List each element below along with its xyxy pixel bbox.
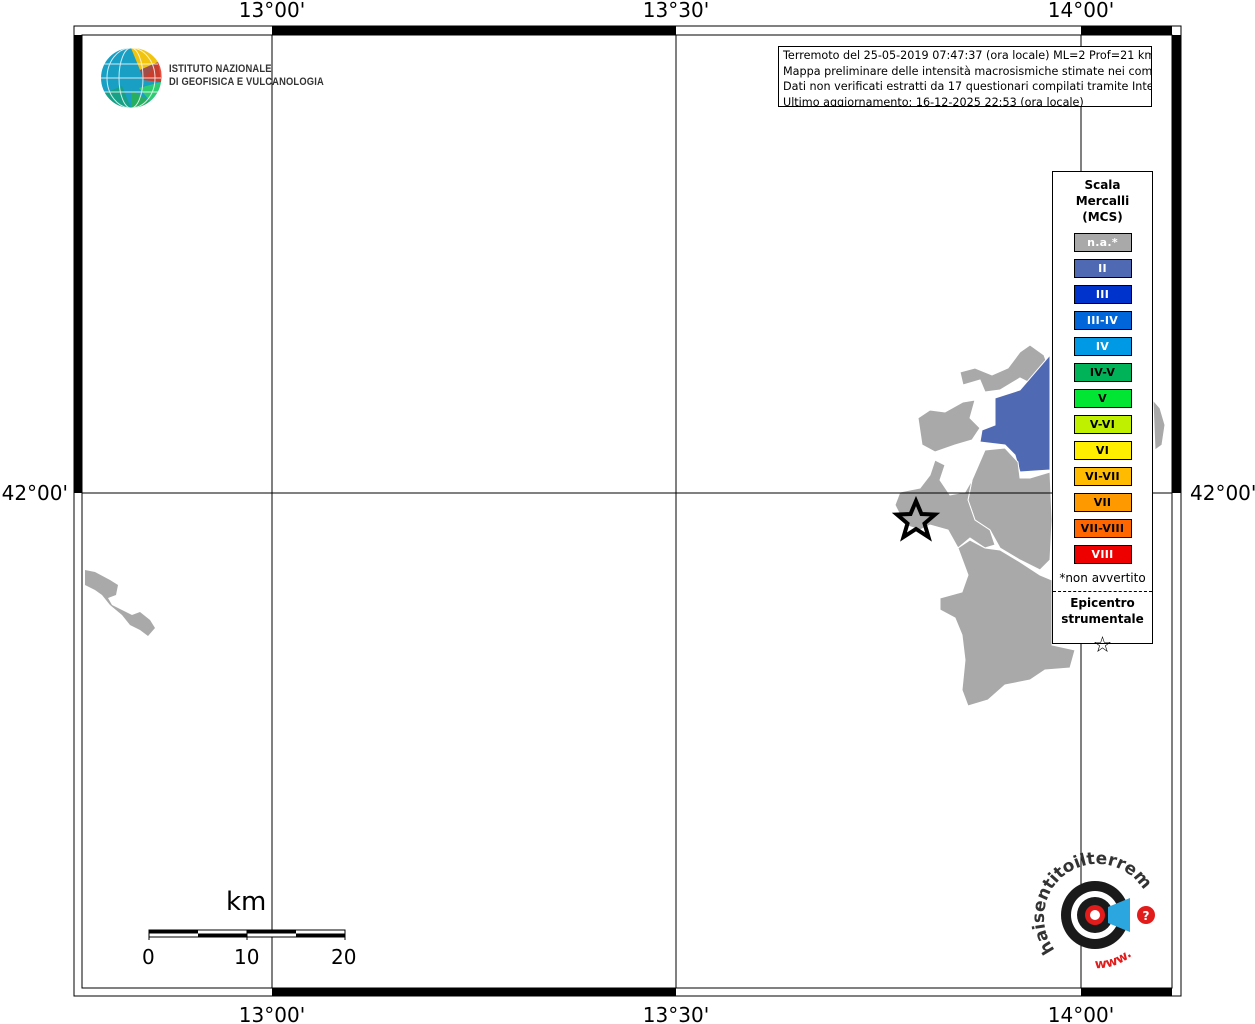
lon-label-bottom: 13°30' <box>643 1003 709 1024</box>
legend-item-swatch: VII <box>1073 493 1132 512</box>
lat-label-right: 42°00' <box>1190 481 1255 505</box>
lon-label-top: 14°00' <box>1048 0 1114 22</box>
legend-item-swatch: n.a.* <box>1073 233 1132 252</box>
lon-label-top: 13°30' <box>643 0 709 22</box>
info-line-description: Mappa preliminare delle intensità macros… <box>783 64 1152 78</box>
info-line-data-source: Dati non verificati estratti da 17 quest… <box>783 80 1152 93</box>
legend-epicenter-label: Epicentro strumentale <box>1061 596 1144 626</box>
ingv-logo-text: ISTITUTO NAZIONALE DI GEOFISICA E VULCAN… <box>169 63 324 89</box>
legend-items: n.a.* II III III-IV IV IV-V V V-VI VI VI-VII VII VI… <box>1053 233 1152 564</box>
legend-item-swatch: VIII <box>1073 545 1132 564</box>
lon-label-top: 13°00' <box>239 0 305 22</box>
legend-item-swatch: VI-VII <box>1073 467 1132 486</box>
scale-bar-tick-label: 10 <box>234 945 260 969</box>
legend-title: Scala Mercalli (MCS) <box>1075 178 1130 224</box>
legend-item-swatch: III <box>1073 285 1132 304</box>
scale-bar-tick-label: 20 <box>331 945 357 969</box>
star-icon: ☆ <box>1092 633 1113 658</box>
scale-bar-unit: km <box>226 887 267 917</box>
legend-item-swatch: IV <box>1073 337 1132 356</box>
legend-item-swatch: II <box>1073 259 1132 278</box>
scale-bar-tick-label: 0 <box>142 945 155 969</box>
legend-item-swatch: V-VI <box>1073 415 1132 434</box>
legend-item-swatch: VI <box>1073 441 1132 460</box>
legend-separator <box>1053 591 1152 592</box>
legend-item-swatch: IV-V <box>1073 363 1132 382</box>
svg-text:?: ? <box>1143 909 1150 923</box>
legend-item-swatch: V <box>1073 389 1132 408</box>
mcs-legend: Scala Mercalli (MCS) n.a.* II III III-IV IV I… <box>1052 171 1153 657</box>
ingv-logo-line1: ISTITUTO NAZIONALE <box>169 63 272 75</box>
lon-label-bottom: 13°00' <box>239 1003 305 1024</box>
legend-item-swatch: III-IV <box>1073 311 1132 330</box>
info-line-event: Terremoto del 25-05-2019 07:47:37 (ora l… <box>783 49 1152 62</box>
earthquake-info-box: Terremoto del 25-05-2019 07:47:37 (ora l… <box>778 46 1152 107</box>
ingv-logo-line2: DI GEOFISICA E VULCANOLOGIA <box>169 76 324 88</box>
info-line-updated: Ultimo aggiornamento: 16-12-2025 22:53 (… <box>783 95 1084 107</box>
legend-note: *non avvertito <box>1059 571 1146 585</box>
legend-item-swatch: VII-VIII <box>1073 519 1132 538</box>
lon-label-bottom: 14°00' <box>1048 1003 1114 1024</box>
lat-label-left: 42°00' <box>2 481 68 505</box>
